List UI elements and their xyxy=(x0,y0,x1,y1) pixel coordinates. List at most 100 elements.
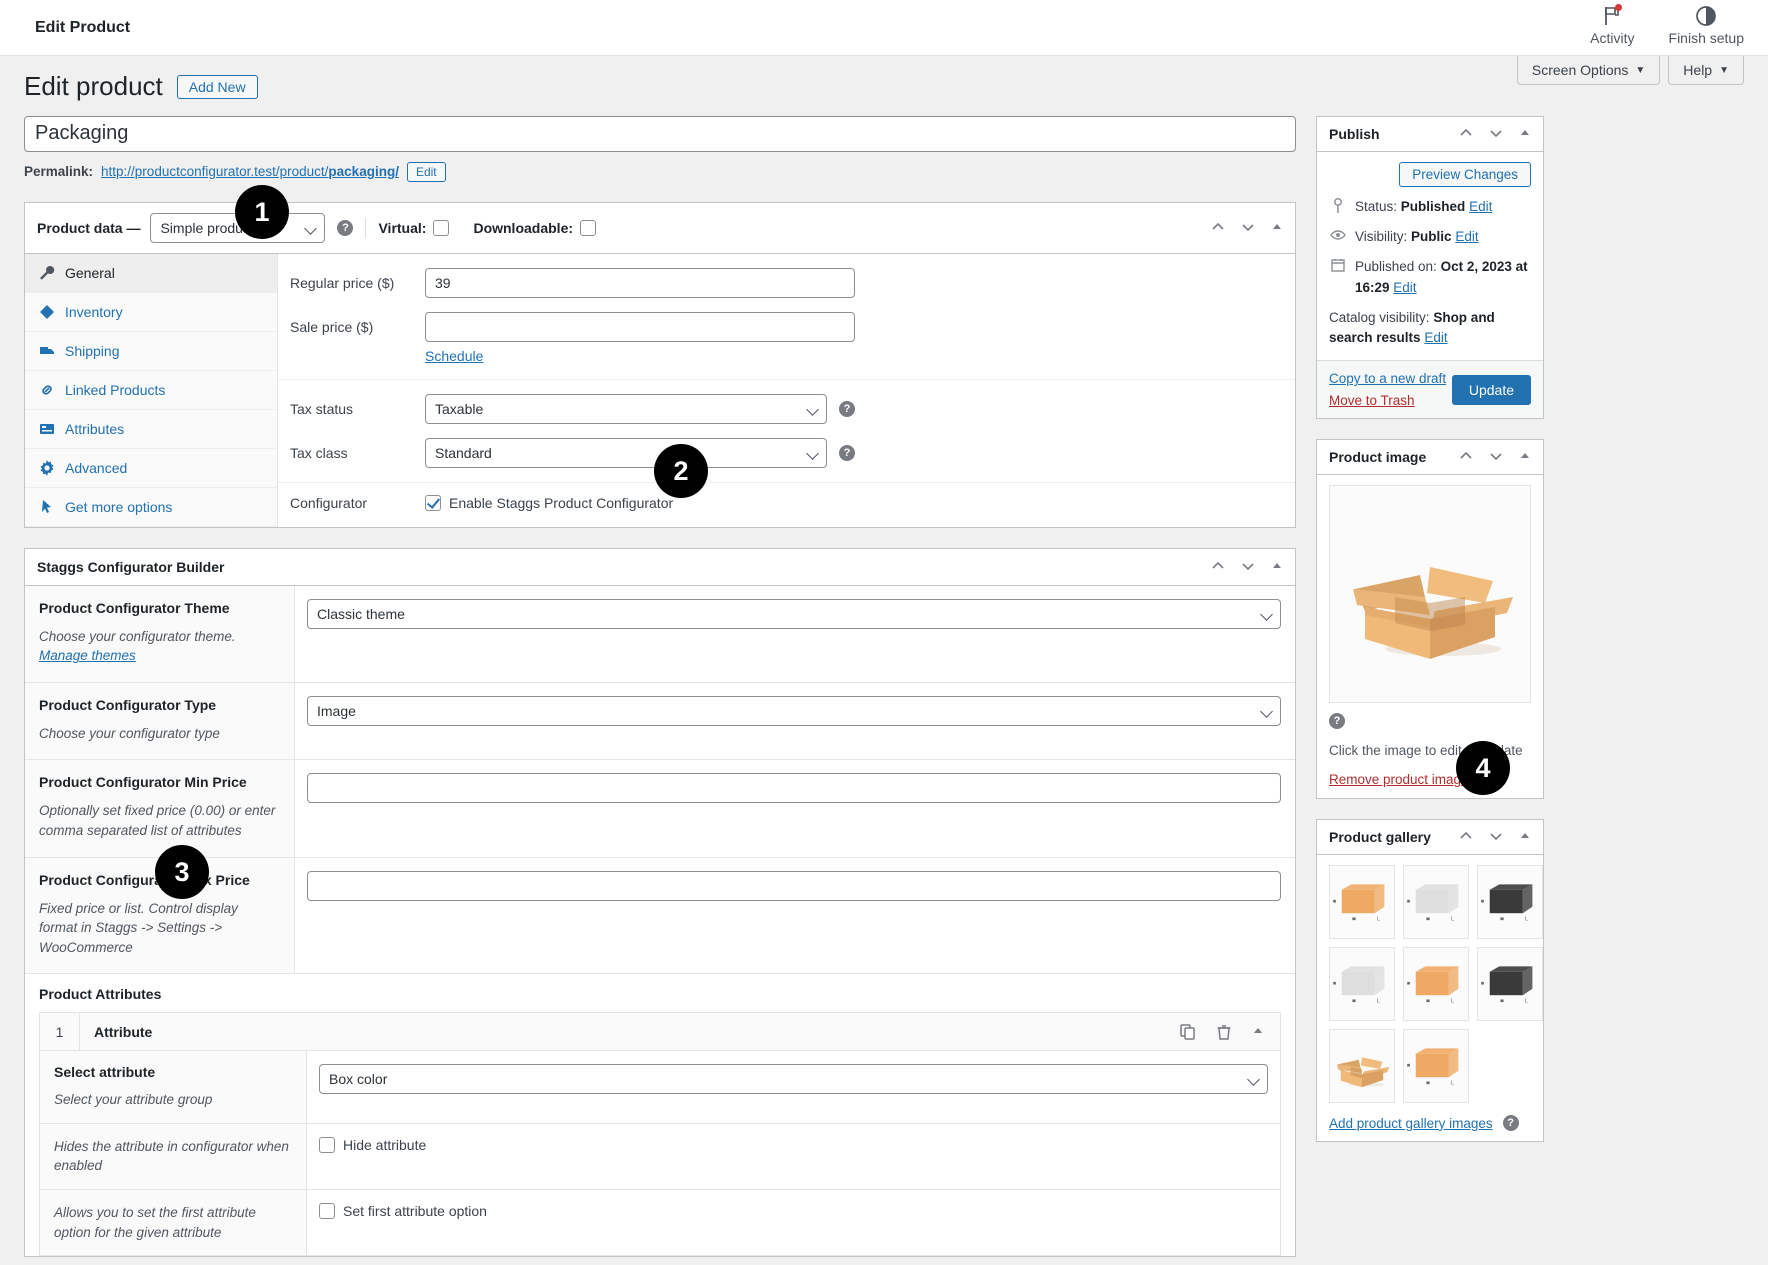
staggs-row-type: Product Configurator Type Choose your co… xyxy=(25,682,1295,761)
permalink-link[interactable]: http://productconfigurator.test/product/… xyxy=(101,164,399,179)
update-button[interactable]: Update xyxy=(1451,374,1531,405)
select-attribute-title: Select attribute xyxy=(54,1064,156,1081)
open-box-thumb xyxy=(1336,1057,1390,1088)
edit-permalink-button[interactable]: Edit xyxy=(406,161,446,182)
set-first-option-checkbox[interactable] xyxy=(319,1202,335,1219)
select-attribute-desc: Select your attribute group xyxy=(54,1092,213,1108)
move-down-icon[interactable] xyxy=(1489,126,1503,142)
preview-changes-button[interactable]: Preview Changes xyxy=(1399,161,1531,187)
virtual-checkbox-label[interactable]: Virtual: xyxy=(378,219,450,236)
toggle-panel-icon[interactable] xyxy=(1519,127,1531,141)
product-image-thumbnail[interactable] xyxy=(1329,485,1531,704)
closed-box-thumb: L xyxy=(1481,966,1533,1005)
gallery-thumb[interactable] xyxy=(1329,1029,1395,1104)
sidebar-item-linked-products[interactable]: Linked Products xyxy=(25,371,277,410)
tax-status-help-icon[interactable]: ? xyxy=(839,400,855,417)
move-up-icon[interactable] xyxy=(1211,559,1225,575)
sidebar-item-attributes[interactable]: Attributes xyxy=(25,410,277,449)
product-type-help-icon[interactable]: ? xyxy=(337,219,354,236)
hide-attribute-checkbox[interactable] xyxy=(319,1136,335,1153)
gallery-thumb[interactable]: L xyxy=(1329,865,1395,940)
product-gallery-help-icon[interactable]: ? xyxy=(1502,1115,1519,1132)
sale-price-input[interactable] xyxy=(425,311,855,342)
tax-status-select[interactable]: Taxable xyxy=(425,393,827,424)
add-new-button[interactable]: Add New xyxy=(176,74,258,99)
open-box-image xyxy=(1353,567,1513,660)
permalink-slug[interactable]: packaging/ xyxy=(328,164,399,179)
closed-box-thumb: L xyxy=(1407,966,1459,1005)
permalink-base[interactable]: http://productconfigurator.test/product/ xyxy=(101,164,328,179)
attribute-box: 1 Attribute Select attribute Select your… xyxy=(39,1012,1281,1257)
configurator-min-price-input[interactable] xyxy=(307,773,1281,804)
staggs-type-desc: Choose your configurator type xyxy=(39,725,220,741)
downloadable-checkbox[interactable] xyxy=(580,219,597,236)
published-edit-link[interactable]: Edit xyxy=(1393,280,1416,295)
set-first-option-label[interactable]: Set first attribute option xyxy=(319,1202,487,1219)
product-title-input[interactable] xyxy=(24,115,1296,152)
move-up-icon[interactable] xyxy=(1211,220,1225,236)
toggle-panel-icon[interactable] xyxy=(1519,450,1531,464)
configurator-type-select[interactable]: Image xyxy=(307,695,1281,726)
manage-themes-link[interactable]: Manage themes xyxy=(39,648,136,663)
status-edit-link[interactable]: Edit xyxy=(1469,199,1492,214)
move-down-icon[interactable] xyxy=(1241,220,1255,236)
regular-price-label: Regular price ($) xyxy=(290,274,395,291)
enable-configurator-label[interactable]: Enable Staggs Product Configurator xyxy=(425,494,673,511)
gallery-thumb[interactable]: L xyxy=(1403,865,1469,940)
activity-button[interactable]: Activity xyxy=(1590,4,1635,46)
move-up-icon[interactable] xyxy=(1459,829,1473,845)
gallery-thumb[interactable]: L xyxy=(1477,865,1543,940)
sidebar-item-shipping[interactable]: Shipping xyxy=(25,332,277,371)
status-prefix: Status: xyxy=(1355,198,1398,214)
tab-label: Get more options xyxy=(65,498,173,515)
enable-configurator-checkbox[interactable] xyxy=(425,494,441,511)
move-up-icon[interactable] xyxy=(1459,449,1473,465)
gallery-thumb[interactable]: L xyxy=(1403,947,1469,1022)
staggs-configurator-builder-panel: Staggs Configurator Builder Product Conf… xyxy=(24,547,1296,1258)
move-down-icon[interactable] xyxy=(1489,829,1503,845)
gallery-thumb[interactable]: L xyxy=(1329,947,1395,1022)
copy-icon[interactable] xyxy=(1180,1024,1196,1040)
toggle-panel-icon[interactable] xyxy=(1271,221,1283,235)
gallery-thumb[interactable]: L xyxy=(1477,947,1543,1022)
product-image-help-icon[interactable]: ? xyxy=(1329,713,1345,730)
downloadable-checkbox-label[interactable]: Downloadable: xyxy=(473,219,597,236)
remove-product-image-link[interactable]: Remove product image xyxy=(1329,772,1469,787)
tab-label: Shipping xyxy=(65,342,120,359)
sale-price-row: Sale price ($) Schedule xyxy=(278,311,1295,365)
move-to-trash-link[interactable]: Move to Trash xyxy=(1329,393,1446,408)
move-down-icon[interactable] xyxy=(1241,559,1255,575)
select-attribute-select[interactable]: Box color xyxy=(319,1064,1268,1095)
configurator-theme-select[interactable]: Classic theme xyxy=(307,598,1281,629)
tax-class-select[interactable]: Standard xyxy=(425,437,827,468)
finish-setup-button[interactable]: Finish setup xyxy=(1669,4,1744,46)
gallery-thumb[interactable]: L xyxy=(1403,1029,1469,1104)
sidebar-item-advanced[interactable]: Advanced xyxy=(25,449,277,488)
move-down-icon[interactable] xyxy=(1489,449,1503,465)
sidebar-item-general[interactable]: General xyxy=(25,253,277,293)
toggle-panel-icon[interactable] xyxy=(1519,830,1531,844)
staggs-min-price-desc: Optionally set fixed price (0.00) or ent… xyxy=(39,803,276,839)
chevron-up-icon[interactable] xyxy=(1252,1024,1268,1040)
product-data-label: Product data — xyxy=(37,219,141,236)
copy-to-new-draft-link[interactable]: Copy to a new draft xyxy=(1329,371,1446,386)
toggle-panel-icon[interactable] xyxy=(1271,560,1283,574)
virtual-checkbox[interactable] xyxy=(433,219,450,236)
trash-icon[interactable] xyxy=(1216,1024,1232,1040)
hide-attribute-label[interactable]: Hide attribute xyxy=(319,1136,426,1153)
virtual-label: Virtual: xyxy=(378,219,427,236)
add-product-gallery-images-link[interactable]: Add product gallery images xyxy=(1329,1116,1493,1131)
move-up-icon[interactable] xyxy=(1459,126,1473,142)
sidebar-item-get-more-options[interactable]: Get more options xyxy=(25,488,277,527)
staggs-panel-title: Staggs Configurator Builder xyxy=(37,558,225,575)
product-data-header: Product data — Simple product ? Virtual:… xyxy=(25,203,1295,254)
configurator-max-price-input[interactable] xyxy=(307,870,1281,901)
regular-price-input[interactable] xyxy=(425,267,855,298)
attribute-bar: 1 Attribute xyxy=(40,1012,1280,1052)
schedule-link[interactable]: Schedule xyxy=(425,348,483,364)
sidebar-item-inventory[interactable]: Inventory xyxy=(25,293,277,332)
visibility-line: Visibility: Public Edit xyxy=(1329,227,1531,247)
tax-class-help-icon[interactable]: ? xyxy=(839,444,855,461)
visibility-edit-link[interactable]: Edit xyxy=(1455,229,1478,244)
catalog-edit-link[interactable]: Edit xyxy=(1424,330,1447,345)
